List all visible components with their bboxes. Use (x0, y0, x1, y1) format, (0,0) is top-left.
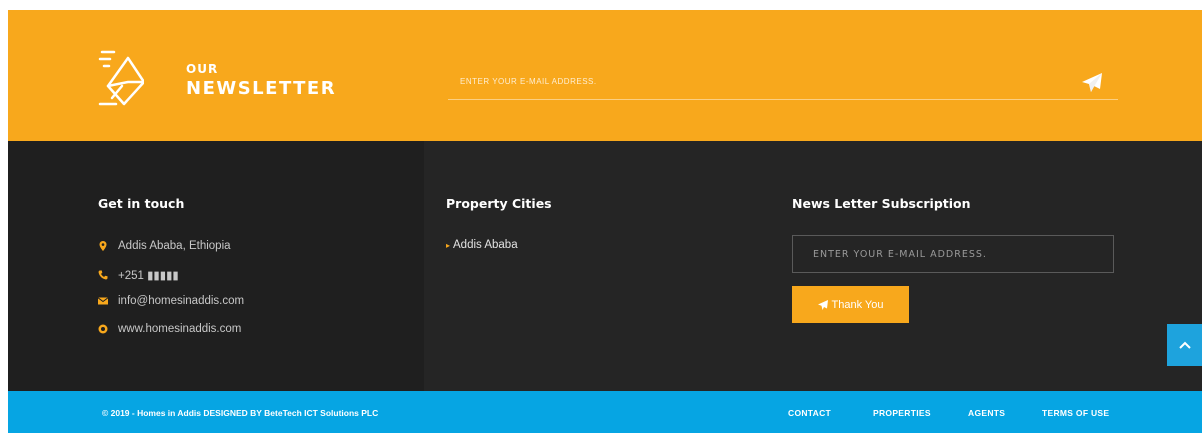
copyright-text: © 2019 - Homes in Addis DESIGNED BY Bete… (102, 408, 379, 418)
map-pin-icon (99, 241, 107, 251)
envelope-speed-icon (98, 50, 144, 106)
subscription-email-input[interactable] (792, 235, 1114, 273)
contact-email-text[interactable]: info@homesinaddis.com (118, 295, 244, 307)
contact-website: www.homesinaddis.com (98, 323, 241, 335)
envelope-icon (98, 297, 108, 305)
globe-icon (98, 324, 108, 334)
footer-contact-panel (8, 141, 424, 391)
contact-address-text: Addis Ababa, Ethiopia (118, 240, 231, 252)
footer-link-terms[interactable]: TERMS OF USE (1042, 408, 1109, 418)
scroll-to-top-button[interactable] (1167, 324, 1202, 366)
paper-plane-icon (817, 299, 828, 310)
phone-icon (98, 270, 108, 280)
footer-link-contact[interactable]: CONTACT (788, 408, 831, 418)
contact-address: Addis Ababa, Ethiopia (98, 240, 231, 252)
contact-phone: +251 ⁠▮▮▮▮▮ (98, 268, 179, 282)
newsletter-title: NEWSLETTER (186, 78, 337, 99)
footer-link-agents[interactable]: AGENTS (968, 408, 1005, 418)
contact-email: info@homesinaddis.com (98, 295, 244, 307)
newsletter-band: OUR NEWSLETTER (8, 10, 1202, 141)
newsletter-email-input[interactable] (448, 64, 1118, 100)
arrow-right-icon: ▸ (446, 241, 451, 250)
subscribe-button-label: Thank You (831, 298, 884, 311)
get-in-touch-heading: Get in touch (98, 196, 185, 211)
footer-bottom-bar: © 2019 - Homes in Addis DESIGNED BY Bete… (8, 391, 1202, 433)
footer-link-properties[interactable]: PROPERTIES (873, 408, 931, 418)
city-link-addis-ababa[interactable]: ▸ Addis Ababa (446, 239, 518, 251)
chevron-up-icon (1178, 341, 1191, 349)
subscribe-button[interactable]: Thank You (792, 286, 909, 323)
city-link-label: Addis Ababa (453, 239, 518, 251)
contact-website-text[interactable]: www.homesinaddis.com (118, 323, 241, 335)
subscription-heading: News Letter Subscription (792, 196, 971, 211)
newsletter-title-small: OUR (186, 62, 219, 76)
property-cities-heading: Property Cities (446, 196, 552, 211)
contact-phone-text: +251 ⁠▮▮▮▮▮ (118, 270, 179, 282)
paper-plane-icon[interactable] (1081, 72, 1103, 94)
